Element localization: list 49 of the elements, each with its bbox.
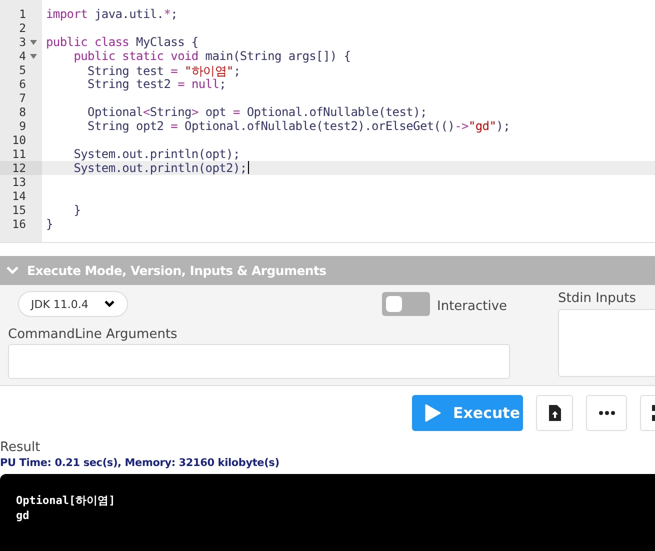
- code-line: System.out.println(opt);: [72, 147, 240, 161]
- upload-button[interactable]: [536, 395, 573, 431]
- execute-button[interactable]: Execute: [412, 395, 523, 431]
- toggle-label: Interactive: [437, 298, 508, 314]
- code-line: String test2 = null;: [86, 77, 226, 91]
- line-number: 8: [19, 105, 27, 119]
- version-dropdown[interactable]: JDK 11.0.4: [18, 291, 128, 317]
- line-number: 4: [19, 49, 27, 63]
- code-line: String test = "하이염";: [86, 63, 240, 77]
- arguments-field[interactable]: [8, 344, 510, 379]
- line-number: 3: [19, 35, 27, 49]
- code-line: Optional<String> opt = Optional.ofNullable(test);: [86, 105, 427, 119]
- line-number: 15: [12, 203, 27, 217]
- line-number: 12: [12, 161, 27, 175]
- output-line: Optional[하이염]: [16, 493, 116, 508]
- line-number: 9: [19, 119, 27, 133]
- settings-header[interactable]: Execute Mode, Version, Inputs & Arguments: [0, 256, 655, 285]
- result-title: Result: [0, 440, 42, 457]
- line-number: 13: [12, 175, 27, 189]
- line-number: 5: [19, 63, 27, 77]
- run-stats: PU Time: 0.21 sec(s), Memory: 32160 kilobyte(s): [0, 457, 280, 471]
- play-icon: [425, 404, 441, 422]
- line-number: 11: [12, 147, 27, 161]
- stdin-field[interactable]: [558, 309, 655, 377]
- line-number: 2: [19, 21, 27, 35]
- output-line: gd: [16, 508, 30, 523]
- code-line: }: [46, 217, 53, 231]
- code-line: import java.util.*;: [46, 7, 178, 21]
- file-upload-icon: [548, 405, 560, 421]
- text-cursor: [248, 161, 249, 174]
- field-label: Stdin Inputs: [558, 291, 638, 306]
- more-icon: [598, 411, 614, 415]
- line-number: 16: [12, 217, 27, 231]
- line-number: 1: [19, 7, 27, 21]
- field-label: CommandLine Arguments: [8, 327, 178, 342]
- code-line: String opt2 = Optional.ofNullable(test2).orElseGet(()->"gd");: [86, 119, 510, 133]
- code-line: System.out.println(opt2);: [72, 161, 247, 175]
- chevron-icon: [104, 300, 115, 308]
- code-line: }: [72, 203, 81, 217]
- code-line: public static void main(String args[]) {: [72, 49, 351, 63]
- line-number: 14: [12, 189, 27, 203]
- fold-icon[interactable]: [30, 40, 36, 44]
- code-line: public class MyClass {: [46, 35, 198, 49]
- more-button[interactable]: [586, 395, 627, 431]
- line-number: 10: [12, 133, 27, 147]
- fold-icon[interactable]: [30, 54, 36, 58]
- line-number: 7: [19, 91, 27, 105]
- interactive-toggle[interactable]: [382, 292, 430, 316]
- line-number: 6: [19, 77, 27, 91]
